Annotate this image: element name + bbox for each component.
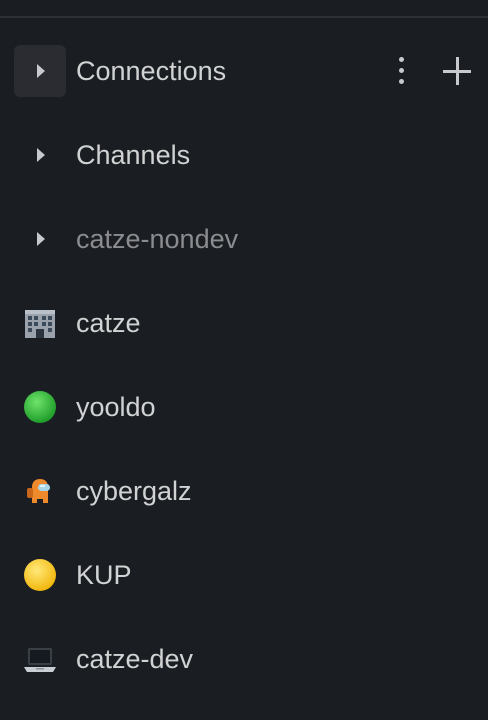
workspace-label: catze-dev [76,644,194,674]
green-circle-icon [22,389,58,425]
top-divider [0,16,488,18]
section-connections[interactable]: Connections [0,45,488,97]
add-icon[interactable] [442,56,472,86]
expand-button[interactable] [14,213,66,265]
caret-right-icon [37,148,45,162]
caret-right-icon [37,64,45,78]
section-catze-nondev[interactable]: catze-nondev [0,213,488,265]
among-us-crewmate-icon [22,473,58,509]
section-channels[interactable]: Channels [0,129,488,181]
workspace-label: KUP [76,560,132,590]
section-label: Connections [76,56,227,86]
workspace-kup[interactable]: KUP [0,549,488,601]
more-options-icon[interactable] [390,53,414,89]
office-building-icon [22,305,58,341]
workspace-catze-dev[interactable]: catze-dev [0,633,488,685]
expand-button[interactable] [14,45,66,97]
workspace-cybergalz[interactable]: cybergalz [0,465,488,517]
expand-button[interactable] [14,129,66,181]
laptop-icon [22,641,58,677]
yellow-circle-icon [22,557,58,593]
workspace-label: cybergalz [76,476,192,506]
section-label: catze-nondev [76,224,239,254]
caret-right-icon [37,232,45,246]
workspace-label: catze [76,308,141,338]
workspace-label: yooldo [76,392,156,422]
workspace-yooldo[interactable]: yooldo [0,381,488,433]
workspace-catze[interactable]: catze [0,297,488,349]
section-label: Channels [76,140,191,170]
